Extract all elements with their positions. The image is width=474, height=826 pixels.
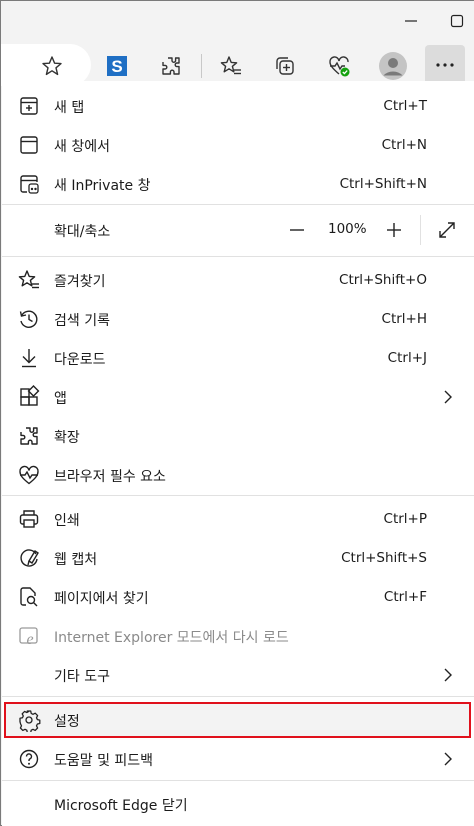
collections-icon[interactable] [271,52,299,80]
ie-mode-label: Internet Explorer 모드에서 다시 로드 [54,630,289,646]
zoom-in-button[interactable] [382,218,406,242]
new-inprivate-label: 새 InPrivate 창 [54,178,151,194]
chevron-right-icon [438,749,458,769]
menu-item-help[interactable]: 도움말 및 피드백 [2,740,474,778]
downloads-label: 다운로드 [54,352,106,368]
more-icon[interactable] [425,45,465,85]
apps-label: 앱 [54,391,67,407]
menu-item-new-tab[interactable]: 새 탭 Ctrl+T [2,87,474,125]
inprivate-icon [17,172,41,196]
menu-divider [2,696,474,697]
menu-item-favorites[interactable]: 즐겨찾기 Ctrl+Shift+O [2,261,474,299]
menu-item-more-tools[interactable]: 기타 도구 [2,656,474,694]
favorite-star-icon[interactable] [38,52,66,80]
favorites-icon [17,268,41,292]
minimize-icon[interactable] [399,9,423,33]
new-window-shortcut: Ctrl+N [381,137,427,153]
find-label: 페이지에서 찾기 [54,591,149,607]
toolbar-divider [201,54,202,78]
browser-essentials-icon[interactable] [325,52,353,80]
new-tab-icon [17,94,41,118]
close-edge-label: Microsoft Edge 닫기 [54,798,188,814]
history-label: 검색 기록 [54,313,110,329]
download-icon [17,346,41,370]
history-shortcut: Ctrl+H [381,311,427,327]
zoom-value: 100% [328,221,367,237]
apps-icon [17,385,41,409]
favorites-label: 즐겨찾기 [54,274,106,290]
menu-item-downloads[interactable]: 다운로드 Ctrl+J [2,339,474,377]
chevron-right-icon [438,387,458,407]
menu-item-extensions[interactable]: 확장 [2,417,474,455]
menu-divider [2,204,474,205]
web-capture-label: 웹 캡처 [54,552,98,568]
new-inprivate-shortcut: Ctrl+Shift+N [339,176,427,192]
new-tab-shortcut: Ctrl+T [383,98,427,114]
extensions-icon [17,424,41,448]
restore-icon[interactable] [445,9,469,33]
print-icon [17,507,41,531]
profile-avatar-icon[interactable] [379,52,407,80]
favorites-icon[interactable] [217,52,245,80]
browser-essentials-label: 브라우저 필수 요소 [54,469,166,485]
web-capture-shortcut: Ctrl+Shift+S [341,550,427,566]
s-extension-icon[interactable]: S [103,52,131,80]
new-tab-label: 새 탭 [54,100,85,116]
svg-text:S: S [111,57,122,76]
menu-item-zoom: 확대/축소 100% [2,211,474,249]
browser-window: S 새 탭 Ctrl+T 새 창에서 Ctrl+N 새 InPrivate 창 … [0,0,474,826]
zoom-divider [420,215,421,245]
menu-item-browser-essentials[interactable]: 브라우저 필수 요소 [2,456,474,494]
menu-item-ie-mode: e Internet Explorer 모드에서 다시 로드 [2,617,474,655]
menu-divider [2,256,474,257]
menu-divider [2,780,474,781]
find-on-page-icon [17,585,41,609]
help-icon [17,747,41,771]
menu-item-web-capture[interactable]: 웹 캡처 Ctrl+Shift+S [2,539,474,577]
title-bar [1,1,474,41]
web-capture-icon [17,546,41,570]
zoom-out-button[interactable] [285,218,309,242]
menu-item-new-inprivate[interactable]: 새 InPrivate 창 Ctrl+Shift+N [2,165,474,203]
print-shortcut: Ctrl+P [383,511,427,527]
favorites-shortcut: Ctrl+Shift+O [339,272,427,288]
extensions-icon[interactable] [157,52,185,80]
menu-item-history[interactable]: 검색 기록 Ctrl+H [2,300,474,338]
menu-item-close-edge[interactable]: Microsoft Edge 닫기 [2,785,474,823]
menu-item-new-window[interactable]: 새 창에서 Ctrl+N [2,126,474,164]
gear-icon [17,708,41,732]
help-label: 도움말 및 피드백 [54,753,154,769]
history-icon [17,307,41,331]
more-tools-label: 기타 도구 [54,669,110,685]
chevron-right-icon [438,665,458,685]
zoom-label: 확대/축소 [54,224,111,240]
menu-divider [2,495,474,496]
print-label: 인쇄 [54,513,80,529]
internet-explorer-icon: e [17,624,41,648]
menu-item-apps[interactable]: 앱 [2,378,474,416]
downloads-shortcut: Ctrl+J [387,350,427,366]
extensions-label: 확장 [54,430,80,446]
menu-item-find[interactable]: 페이지에서 찾기 Ctrl+F [2,578,474,616]
svg-text:e: e [26,631,33,648]
menu-item-settings[interactable]: 설정 [2,701,474,739]
menu-item-print[interactable]: 인쇄 Ctrl+P [2,500,474,538]
new-window-icon [17,133,41,157]
settings-label: 설정 [54,714,80,730]
new-window-label: 새 창에서 [54,139,110,155]
heart-pulse-icon [17,463,41,487]
find-shortcut: Ctrl+F [383,589,427,605]
settings-menu: 새 탭 Ctrl+T 새 창에서 Ctrl+N 새 InPrivate 창 Ct… [2,81,474,826]
fullscreen-icon[interactable] [435,218,459,242]
